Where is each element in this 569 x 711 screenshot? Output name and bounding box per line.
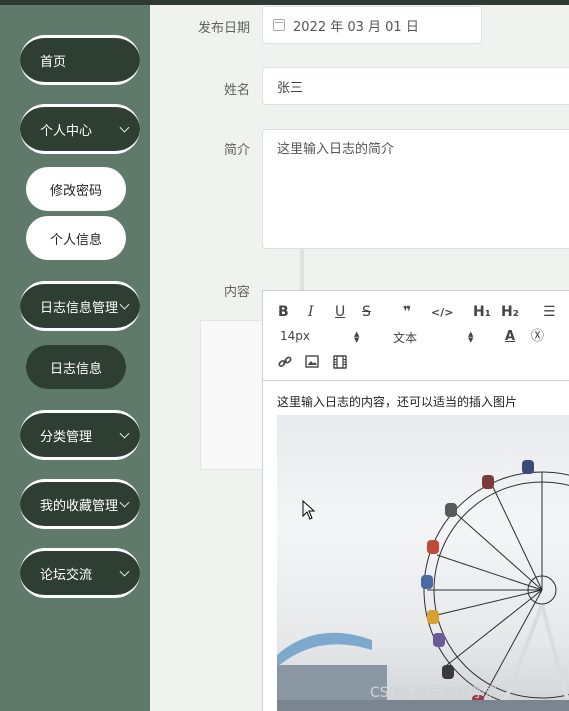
inserted-image: [277, 415, 569, 711]
bold-button[interactable]: B: [278, 303, 289, 321]
underline-button[interactable]: U: [335, 303, 345, 321]
video-icon[interactable]: [333, 355, 347, 374]
sidebar-item-home[interactable]: 首页: [20, 35, 140, 85]
clear-format-button[interactable]: Ⓧ: [531, 328, 544, 346]
sidebar-subitem-personal-info[interactable]: 个人信息: [26, 216, 126, 260]
content-label: 内容: [223, 285, 250, 300]
h2-button[interactable]: H₂: [501, 303, 519, 321]
sidebar-item-label: 日志信息: [49, 361, 102, 377]
chevron-down-icon: [119, 122, 130, 133]
sidebar-item-label: 首页: [40, 54, 67, 70]
image-icon[interactable]: [305, 355, 319, 373]
chevron-down-icon: [119, 428, 130, 439]
sidebar-item-label: 个人信息: [49, 232, 102, 248]
sidebar-item-forum[interactable]: 论坛交流: [20, 548, 140, 598]
font-size-value: 14px: [280, 329, 310, 343]
list-button[interactable]: ☰: [543, 303, 556, 321]
chevron-down-icon: [119, 497, 130, 508]
editor-content-text: 这里输入日志的内容，还可以适当的插入图片: [277, 395, 518, 409]
mouse-pointer-icon: [302, 500, 316, 520]
intro-textarea[interactable]: 这里输入日志的简介: [262, 129, 569, 249]
sidebar-item-personal-center[interactable]: 个人中心: [20, 104, 140, 154]
sidebar-item-label: 我的收藏管理: [40, 498, 119, 514]
strike-button[interactable]: S: [362, 303, 371, 321]
sidebar-item-label: 修改密码: [49, 183, 102, 199]
ferris-wheel-photo: [277, 460, 569, 711]
background-decoration: [200, 320, 264, 470]
sidebar-item-diary-mgmt[interactable]: 日志信息管理: [20, 281, 140, 331]
text-color-button[interactable]: A: [505, 328, 515, 346]
sidebar-item-label: 论坛交流: [40, 567, 93, 583]
name-value: 张三: [277, 80, 304, 96]
h1-button[interactable]: H₁: [473, 303, 491, 321]
sidebar-subitem-change-password[interactable]: 修改密码: [26, 167, 126, 211]
publish-date-label: 发布日期: [197, 21, 250, 36]
publish-date-value: 2022 年 03 月 01 日: [293, 19, 419, 35]
editor-toolbar: B I U S ❞ </> H₁ H₂ ☰ 14px ▲ ▼ 文本 ▲ ▼ A Ⓧ: [263, 291, 569, 381]
sidebar-item-label: 分类管理: [40, 429, 93, 445]
intro-label: 简介: [223, 143, 250, 158]
link-icon[interactable]: [278, 355, 292, 374]
publish-date-picker[interactable]: 2022 年 03 月 01 日: [262, 6, 482, 44]
sidebar-item-label: 个人中心: [40, 123, 93, 139]
sidebar-subitem-diary-info[interactable]: 日志信息: [26, 345, 126, 389]
italic-button[interactable]: I: [308, 303, 314, 321]
sidebar-item-favorites-mgmt[interactable]: 我的收藏管理: [20, 479, 140, 529]
quote-button[interactable]: ❞: [403, 303, 411, 321]
watermark: CSDN @豆包程序员: [370, 685, 499, 701]
chevron-down-icon: [119, 566, 130, 577]
font-size-select[interactable]: 14px ▲ ▼: [280, 329, 362, 344]
sidebar-item-category-mgmt[interactable]: 分类管理: [20, 410, 140, 460]
intro-value: 这里输入日志的简介: [277, 142, 395, 157]
sidebar: 首页 个人中心 修改密码 个人信息 日志信息管理 日志信息 分类管理 我的收藏管…: [0, 5, 150, 711]
name-label: 姓名: [223, 83, 250, 98]
name-input[interactable]: 张三: [262, 67, 569, 105]
main-content: 发布日期 2022 年 03 月 01 日 姓名 张三 简介 这里输入日志的简介…: [150, 5, 569, 711]
select-arrows-icon: ▲ ▼: [468, 330, 474, 344]
font-family-value: 文本: [393, 331, 418, 345]
code-button[interactable]: </>: [431, 304, 453, 322]
font-family-select[interactable]: 文本 ▲ ▼: [393, 329, 475, 346]
sidebar-item-label: 日志信息管理: [40, 300, 119, 316]
select-arrows-icon: ▲ ▼: [354, 330, 360, 344]
calendar-icon: [273, 19, 285, 31]
chevron-down-icon: [119, 299, 130, 310]
